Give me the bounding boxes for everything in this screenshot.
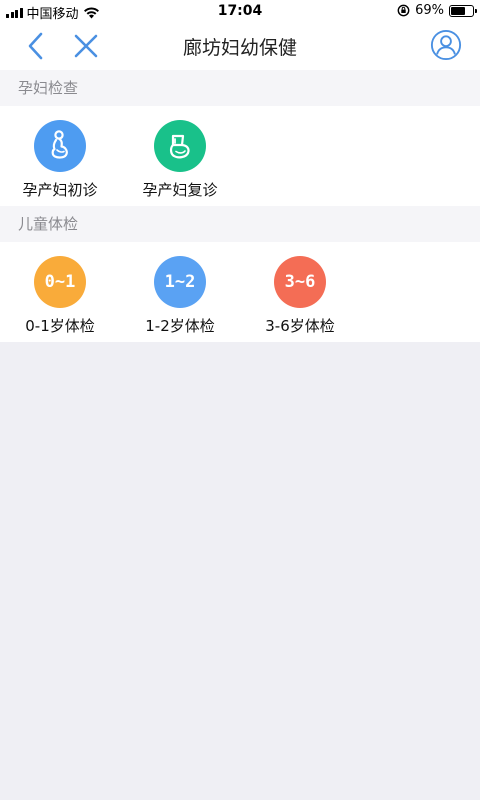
battery-percent: 69% — [415, 3, 444, 18]
grid-item-first-visit[interactable]: 孕产妇初诊 — [0, 106, 120, 206]
grid-item-age-1-2[interactable]: 1~2 1-2岁体检 — [120, 242, 240, 342]
status-bar: 中国移动 17:04 69% — [0, 0, 480, 22]
profile-button[interactable] — [430, 29, 462, 61]
age-badge-icon: 1~2 — [154, 256, 206, 308]
grid-item-label: 3-6岁体检 — [265, 317, 335, 335]
battery-icon — [449, 4, 477, 17]
grid-item-label: 孕产妇复诊 — [142, 181, 218, 199]
section-body-children: 0~1 0-1岁体检 1~2 1-2岁体检 3~6 3-6岁体检 — [0, 242, 480, 342]
battery-level — [451, 6, 466, 15]
page-title: 廊坊妇幼保健 — [182, 37, 297, 59]
status-right: 69% — [397, 3, 477, 18]
nav-bar: 廊坊妇幼保健 — [0, 22, 480, 70]
section-header-children: 儿童体检 — [0, 206, 480, 242]
grid-item-label: 1-2岁体检 — [145, 317, 215, 335]
user-circle-icon — [430, 29, 462, 61]
section-body-pregnancy: 孕产妇初诊 孕产妇复诊 — [0, 106, 480, 206]
age-badge-icon: 0~1 — [34, 256, 86, 308]
section-header-pregnancy: 孕妇检查 — [0, 70, 480, 106]
grid-item-age-0-1[interactable]: 0~1 0-1岁体检 — [0, 242, 120, 342]
age-badge-icon: 3~6 — [274, 256, 326, 308]
grid-item-label: 0-1岁体检 — [25, 317, 95, 335]
grid-item-follow-up[interactable]: 孕产妇复诊 — [120, 106, 240, 206]
grid-item-age-3-6[interactable]: 3~6 3-6岁体检 — [240, 242, 360, 342]
pregnant-woman-icon — [34, 120, 86, 172]
grid-item-label: 孕产妇初诊 — [22, 181, 98, 199]
rotation-lock-icon — [397, 4, 410, 17]
pregnancy-checkup-icon — [154, 120, 206, 172]
